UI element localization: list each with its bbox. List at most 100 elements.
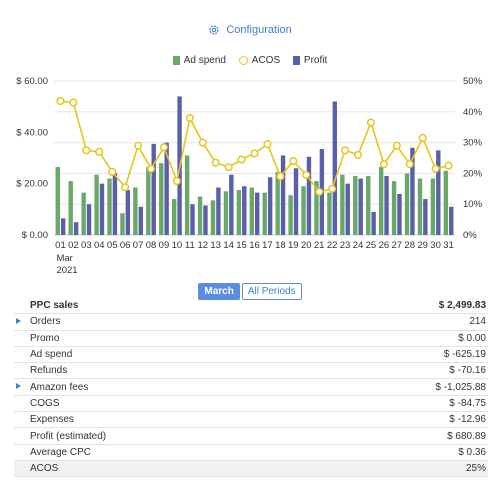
profit-bar	[216, 187, 221, 235]
y-left-tick-label: $ 0.00	[22, 230, 48, 241]
summary-row-label: ACOS	[30, 463, 59, 475]
x-tick-label: 28	[404, 240, 415, 251]
configuration-link[interactable]: Configuration	[0, 24, 500, 36]
ad-spend-bar	[197, 196, 203, 235]
summary-row-value: $ 0.36	[458, 446, 486, 458]
ad-spend-bar	[68, 181, 73, 235]
acos-point	[263, 140, 272, 149]
x-tick-label: 27	[392, 240, 403, 251]
y-right-tick-label: 50%	[463, 76, 483, 87]
x-tick-label: 01	[55, 240, 66, 251]
x-tick-label: 19	[288, 240, 299, 251]
x-tick-label: 23	[340, 240, 351, 251]
acos-point	[302, 170, 311, 179]
summary-row-label: COGS	[30, 397, 60, 409]
legend-item-profit[interactable]: Profit	[292, 55, 327, 66]
acos-point	[276, 172, 285, 181]
acos-point	[211, 158, 220, 167]
summary-row-label: Expenses	[30, 414, 74, 426]
x-tick-label: 26	[379, 240, 390, 251]
legend-item-ad-spend[interactable]: Ad spend	[172, 55, 226, 66]
ad-spend-bar	[378, 166, 384, 235]
x-tick-label: 22	[327, 240, 338, 251]
ad-spend-bar	[94, 174, 99, 235]
acos-point	[95, 147, 104, 156]
acos-point	[315, 187, 324, 196]
acos-point	[353, 150, 363, 159]
expand-caret-icon[interactable]	[16, 318, 21, 325]
profit-bar	[332, 101, 338, 236]
acos-point	[224, 163, 233, 172]
x-tick-label: 12	[197, 240, 208, 251]
ad-spend-bar	[404, 173, 410, 235]
ad-spend-bar	[417, 178, 423, 235]
acos-point	[146, 164, 156, 173]
summary-row-value: $ -1,025.88	[435, 381, 486, 393]
x-tick-label: 03	[81, 240, 92, 251]
x-tick-label: 29	[417, 240, 428, 251]
ad-spend-bar	[391, 181, 397, 235]
ad-spend-bar	[55, 166, 60, 235]
profit-bar	[267, 177, 273, 235]
acos-point	[108, 167, 117, 176]
summary-row-value: $ -625.19	[443, 349, 486, 361]
y-right-tick-label: 0%	[463, 230, 477, 241]
x-tick-label: 24	[353, 240, 364, 251]
summary-row: Promo $ 0.00	[14, 331, 488, 347]
x-tick-label: 02	[68, 240, 79, 251]
profit-bar	[86, 204, 92, 235]
legend-swatch-acos	[238, 56, 248, 65]
legend-swatch-ad-spend	[172, 56, 180, 65]
acos-point	[392, 141, 401, 150]
profit-bar	[306, 156, 312, 235]
profit-bar	[423, 199, 428, 235]
ad-spend-bar	[159, 163, 164, 235]
summary-row-value: $ -70.16	[449, 365, 486, 377]
profit-bar	[436, 150, 441, 235]
acos-point	[418, 133, 427, 143]
x-tick-label: 06	[120, 240, 131, 251]
summary-row[interactable]: Amazon fees $ -1,025.88	[14, 379, 488, 396]
ad-spend-bar	[275, 172, 280, 235]
legend-item-acos[interactable]: ACOS	[238, 55, 281, 66]
summary-row-value: $ 680.89	[447, 430, 486, 442]
summary-header-label: PPC sales	[30, 300, 79, 312]
acos-point	[237, 155, 246, 164]
legend-label-acos: ACOS	[251, 55, 281, 66]
chart: $ 0.00 $ 20.00 $ 40.00 $ 60.00 0% 10% 20% 30% 40…	[16, 76, 483, 276]
ad-spend-bar	[171, 199, 177, 235]
profit-bar	[371, 211, 376, 235]
summary-row-label: Orders	[30, 316, 61, 328]
summary-row-label: Profit (estimated)	[30, 430, 107, 442]
y-left-tick-label: $ 40.00	[16, 127, 48, 138]
summary-row: Average CPC $ 0.36	[14, 445, 488, 461]
summary-row-value: $ -84.75	[449, 397, 486, 409]
summary-row-label: Amazon fees	[30, 381, 89, 393]
x-tick-label: 17	[262, 240, 273, 251]
x-tick-label: 15	[236, 240, 247, 251]
acos-point	[405, 160, 414, 169]
acos-point	[69, 98, 78, 107]
summary-row: ACOS 25%	[14, 460, 488, 478]
x-tick-label: 21	[314, 240, 325, 251]
ad-spend-bar	[288, 195, 293, 235]
profit-bar	[190, 204, 195, 235]
x-tick-label: 31	[443, 240, 454, 251]
x-tick-label: 08	[146, 240, 157, 251]
acos-point	[250, 149, 259, 158]
profit-bar	[293, 168, 299, 235]
profit-bar	[138, 206, 143, 235]
acos-point	[366, 118, 375, 127]
acos-point	[379, 160, 388, 169]
summary-row-value: 214	[469, 316, 486, 328]
ad-spend-bar	[327, 192, 332, 235]
profit-bar	[242, 186, 247, 235]
x-tick-label: 20	[301, 240, 312, 251]
profit-bar	[112, 173, 118, 235]
expand-caret-icon[interactable]	[16, 383, 21, 390]
summary-row[interactable]: Orders 214	[14, 314, 488, 331]
acos-point	[340, 146, 350, 155]
x-tick-label: 14	[223, 240, 234, 251]
ad-spend-bar	[184, 155, 190, 235]
acos-point	[121, 183, 130, 192]
